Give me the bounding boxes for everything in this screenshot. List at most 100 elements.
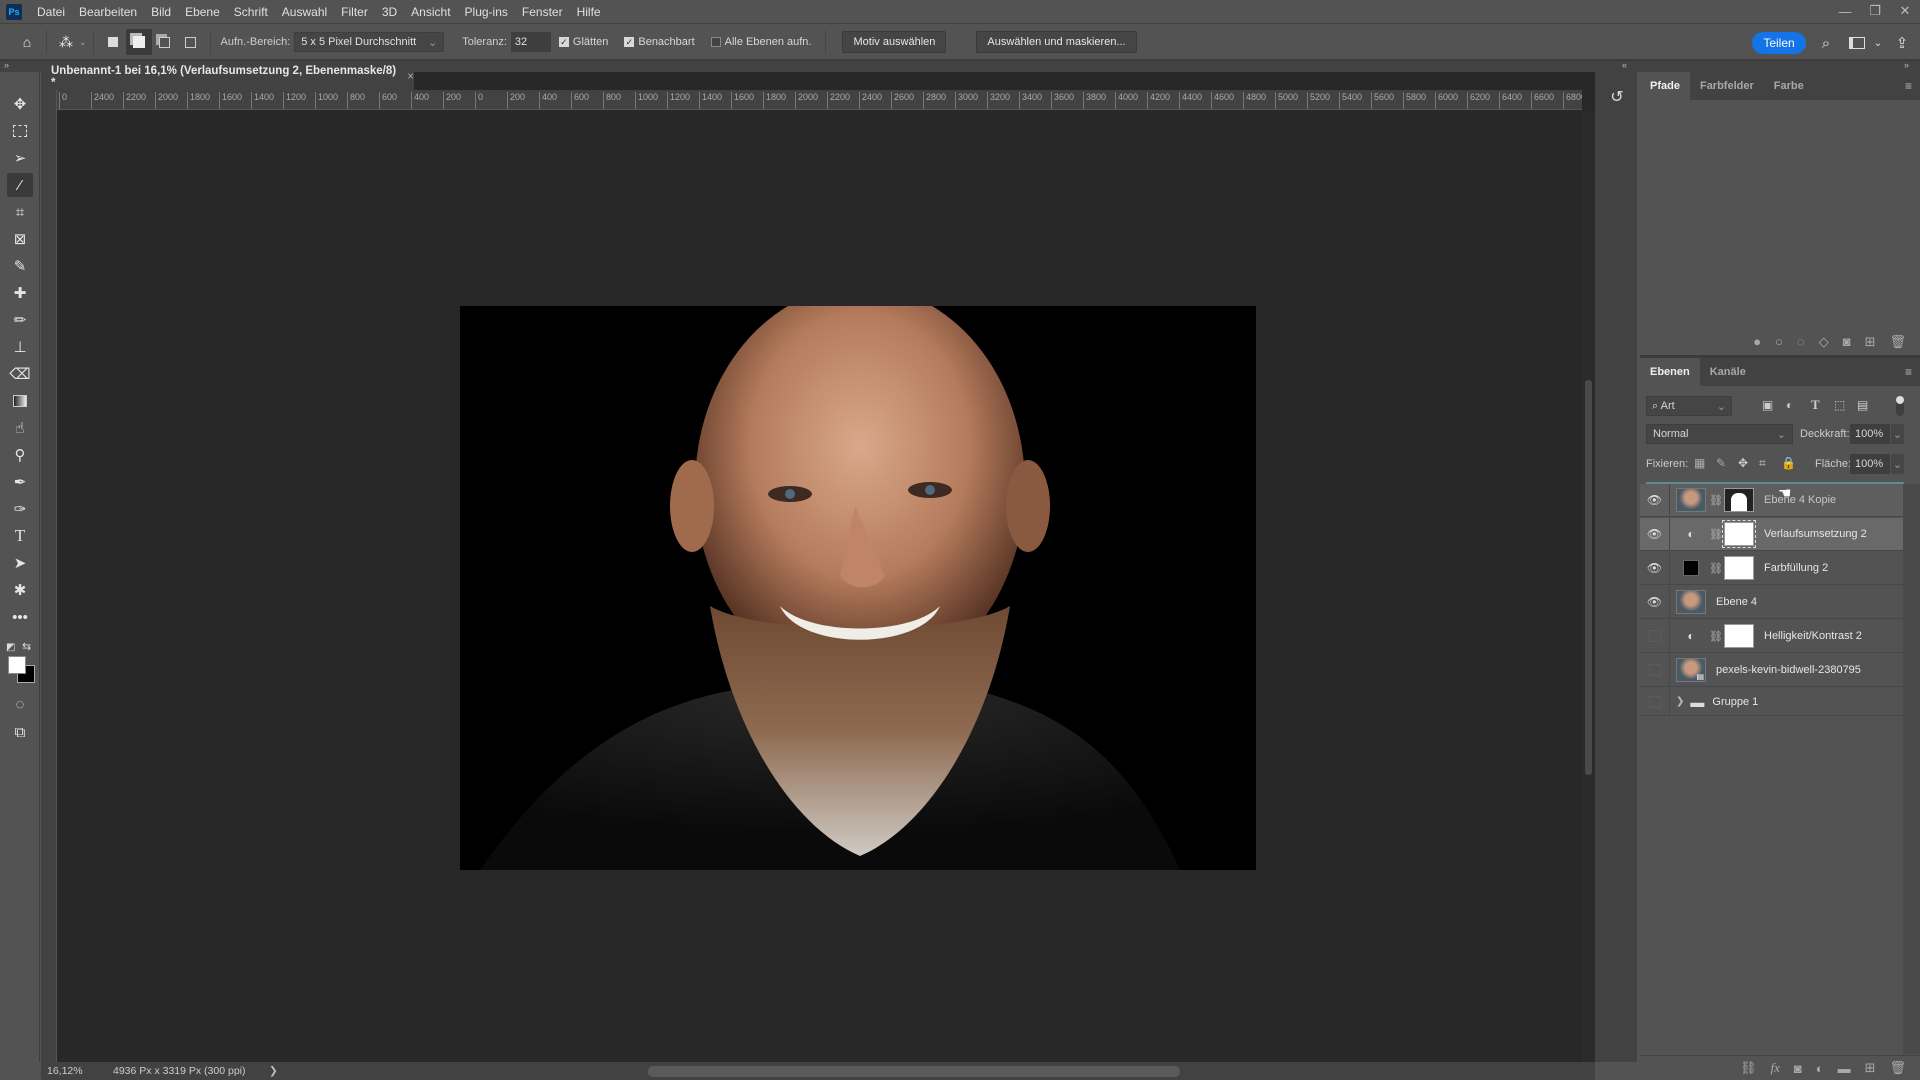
menu-schrift[interactable]: Schrift [227, 5, 275, 19]
layer-style-fx-icon[interactable]: fx [1770, 1060, 1779, 1076]
new-path-icon[interactable]: ⊞ [1865, 334, 1876, 350]
delete-layer-icon[interactable]: 🗑 [1889, 1060, 1906, 1076]
ruler-horizontal[interactable]: 0 2400 2200 2000 1800 1600 1400 1200 1000 800 600 4… [57, 90, 1582, 110]
filter-adjustment-icon[interactable]: ◐ [1786, 398, 1793, 412]
close-window-button[interactable]: ✕ [1890, 0, 1920, 22]
magic-wand-preset-icon[interactable]: ⁂ [53, 29, 79, 55]
blend-mode-select[interactable]: Normal ⌄ [1646, 424, 1793, 444]
link-icon[interactable]: ⛓ [1709, 494, 1723, 507]
fill-input[interactable]: 100% [1850, 454, 1890, 474]
expand-panels-icon[interactable]: » [1904, 60, 1909, 70]
lasso-tool-icon[interactable]: ➢ [7, 146, 33, 170]
screen-mode-icon[interactable]: ⧉ [7, 720, 33, 744]
blur-tool-icon[interactable]: ☝ [7, 416, 33, 440]
visibility-toggle[interactable] [1640, 619, 1670, 653]
layer-row[interactable]: ◐ ⛓ Helligkeit/Kontrast 2 [1640, 619, 1903, 653]
visibility-eye-icon[interactable]: 👁 [1640, 585, 1670, 619]
eraser-tool-icon[interactable]: ⌫ [7, 362, 33, 386]
brush-tool-icon[interactable]: ✏ [7, 308, 33, 332]
expand-toolbar-icon[interactable]: » [4, 60, 9, 70]
menu-filter[interactable]: Filter [334, 5, 375, 19]
delete-path-icon[interactable]: 🗑 [1889, 334, 1906, 350]
add-mask-icon[interactable]: ◙ [1843, 334, 1851, 349]
link-icon[interactable]: ⛓ [1709, 562, 1723, 575]
opacity-input[interactable]: 100% [1850, 424, 1890, 444]
layer-row[interactable]: 👁 Ebene 4 [1640, 585, 1903, 619]
new-selection-icon[interactable] [100, 29, 126, 55]
layer-row[interactable]: 👁 ◐ ⛓ Verlaufsumsetzung 2 [1640, 517, 1903, 551]
add-mask-icon[interactable]: ◙ [1794, 1061, 1802, 1076]
layer-row[interactable]: 👁 ⛓ Farbfüllung 2 [1640, 551, 1903, 585]
zoom-level[interactable]: 16,12% [41, 1065, 91, 1077]
lock-artboard-icon[interactable]: ⌗ [1759, 456, 1766, 471]
visibility-toggle[interactable] [1640, 687, 1670, 716]
fill-path-icon[interactable]: ● [1753, 334, 1761, 349]
move-tool-icon[interactable]: ✥ [7, 92, 33, 116]
document-image[interactable] [460, 306, 1256, 870]
menu-3d[interactable]: 3D [375, 5, 404, 19]
layer-mask-thumbnail[interactable] [1724, 488, 1754, 512]
minimize-button[interactable]: — [1830, 0, 1860, 22]
intersect-selection-icon[interactable] [178, 29, 204, 55]
foreground-color-swatch[interactable] [8, 656, 26, 674]
crop-tool-icon[interactable]: ⌗ [7, 200, 33, 224]
ruler-vertical[interactable] [41, 90, 57, 1062]
filter-shape-icon[interactable]: ⬚ [1834, 398, 1845, 412]
tab-farbe[interactable]: Farbe [1764, 72, 1814, 100]
shape-tool-icon[interactable]: ✱ [7, 578, 33, 602]
home-icon[interactable]: ⌂ [14, 29, 40, 55]
new-adjustment-layer-icon[interactable]: ◐ [1816, 1061, 1824, 1076]
visibility-eye-icon[interactable]: 👁 [1640, 517, 1670, 551]
panel-menu-icon[interactable]: ≡ [1897, 72, 1920, 100]
select-subject-button[interactable]: Motiv auswählen [842, 31, 947, 53]
filter-pixel-icon[interactable]: ▣ [1762, 398, 1773, 412]
menu-ansicht[interactable]: Ansicht [404, 5, 457, 19]
select-and-mask-button[interactable]: Auswählen und maskieren... [976, 31, 1137, 53]
lock-all-icon[interactable]: 🔒 [1781, 456, 1796, 470]
path-selection-tool-icon[interactable]: ➤ [7, 551, 33, 575]
menu-plugins[interactable]: Plug-ins [458, 5, 515, 19]
filter-toggle[interactable] [1896, 396, 1904, 416]
menu-ebene[interactable]: Ebene [178, 5, 227, 19]
visibility-eye-icon[interactable]: 👁 [1640, 483, 1670, 517]
more-tools-icon[interactable]: ••• [7, 605, 33, 629]
filter-smart-object-icon[interactable]: ▤ [1857, 398, 1868, 412]
layers-scrollbar[interactable] [1903, 484, 1920, 1054]
filter-type-icon[interactable]: T [1811, 397, 1820, 413]
menu-bild[interactable]: Bild [144, 5, 178, 19]
magic-wand-tool-icon[interactable]: ⁄ [7, 173, 33, 197]
menu-bearbeiten[interactable]: Bearbeiten [72, 5, 144, 19]
collapse-dock-icon[interactable]: « [1622, 60, 1627, 70]
menu-datei[interactable]: Datei [30, 5, 72, 19]
freeform-pen-tool-icon[interactable]: ✑ [7, 497, 33, 521]
tab-ebenen[interactable]: Ebenen [1640, 358, 1700, 386]
contiguous-checkbox[interactable]: ✓ Benachbart [624, 36, 695, 48]
subtract-selection-icon[interactable] [152, 29, 178, 55]
menu-auswahl[interactable]: Auswahl [275, 5, 334, 19]
fill-slider-toggle[interactable]: ⌄ [1891, 454, 1904, 474]
swap-colors-icon[interactable]: ⇆ [22, 640, 31, 653]
healing-brush-tool-icon[interactable]: ✚ [7, 281, 33, 305]
layer-mask-thumbnail[interactable] [1722, 520, 1756, 548]
new-group-icon[interactable]: ▬ [1838, 1061, 1851, 1076]
lock-transparency-icon[interactable]: ▦ [1694, 456, 1705, 470]
marquee-tool-icon[interactable] [7, 119, 33, 143]
link-layers-icon[interactable]: ⛓ [1740, 1060, 1757, 1076]
visibility-toggle[interactable] [1640, 653, 1670, 687]
layer-filter-select[interactable]: ⌕ Art ⌄ [1646, 396, 1732, 416]
tolerance-input[interactable]: 32 [510, 32, 551, 52]
load-path-as-selection-icon[interactable]: ◌ [1797, 334, 1805, 349]
antialias-checkbox[interactable]: ✓ Glätten [558, 36, 608, 48]
panel-menu-icon[interactable]: ≡ [1897, 358, 1920, 386]
tab-kanaele[interactable]: Kanäle [1700, 358, 1756, 386]
document-tab[interactable]: Unbenannt-1 bei 16,1% (Verlaufsumsetzung… [41, 64, 414, 90]
export-icon[interactable]: ⇪ [1890, 31, 1914, 55]
lock-image-icon[interactable]: ✎ [1716, 456, 1726, 470]
sample-size-select[interactable]: 5 x 5 Pixel Durchschnitt ⌄ [294, 32, 445, 52]
make-work-path-icon[interactable]: ◇ [1819, 334, 1829, 350]
horizontal-scrollbar-thumb[interactable] [648, 1066, 1180, 1077]
dodge-tool-icon[interactable]: ⚲ [7, 443, 33, 467]
link-icon[interactable]: ⛓ [1709, 528, 1723, 541]
layer-row[interactable]: 👁 ⛓ Ebene 4 Kopie ☚ [1640, 483, 1903, 517]
close-tab-icon[interactable]: × [407, 71, 414, 83]
